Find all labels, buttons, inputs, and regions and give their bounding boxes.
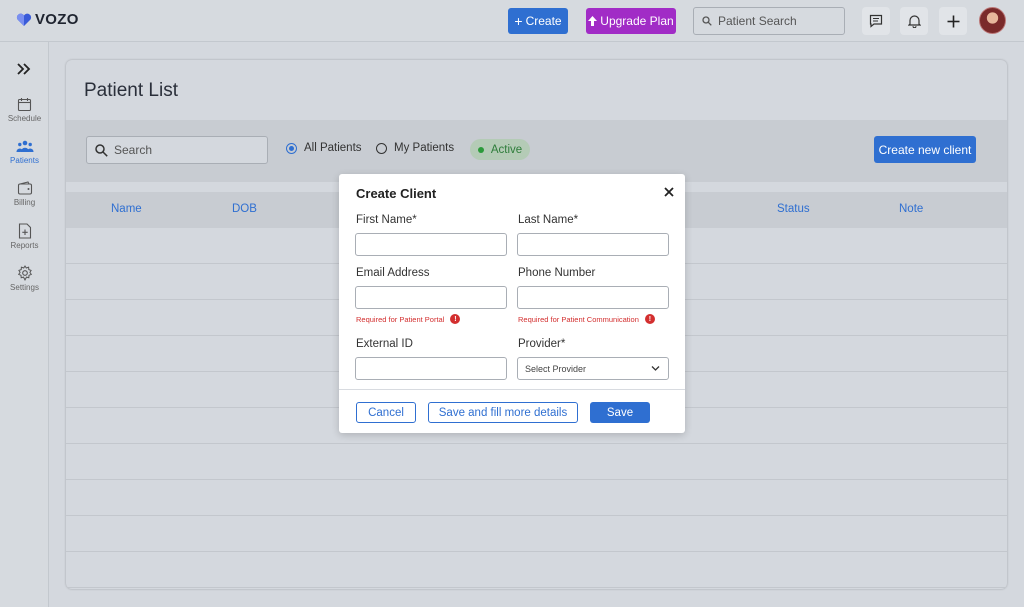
- column-header-status[interactable]: Status: [777, 203, 810, 215]
- page-title: Patient List: [84, 80, 178, 101]
- create-button-label: Create: [525, 14, 562, 28]
- patient-list-search-input[interactable]: Search: [86, 136, 268, 164]
- last-name-label: Last Name*: [518, 214, 579, 226]
- sidebar-item-billing[interactable]: Billing: [0, 181, 49, 207]
- bell-icon: [907, 15, 921, 28]
- calendar-icon: [17, 98, 32, 112]
- active-filter-label: Active: [490, 143, 523, 156]
- sidebar-item-label: Settings: [10, 283, 39, 292]
- modal-title: Create Client: [356, 186, 437, 201]
- radio-unselected-icon: [376, 142, 387, 154]
- column-header-note[interactable]: Note: [899, 203, 923, 215]
- patient-search-input[interactable]: Patient Search: [693, 7, 845, 35]
- close-icon[interactable]: [663, 186, 675, 198]
- provider-select-value: Select Provider: [525, 363, 587, 374]
- messages-button[interactable]: [862, 7, 890, 35]
- create-client-modal: Create Client First Name* Last Name* Ema…: [339, 174, 685, 433]
- add-button[interactable]: [939, 7, 967, 35]
- provider-label: Provider*: [518, 338, 566, 350]
- sidebar-item-label: Reports: [10, 241, 39, 250]
- column-header-dob[interactable]: DOB: [232, 203, 257, 215]
- double-chevron-right-icon[interactable]: [15, 62, 33, 76]
- external-id-field[interactable]: [355, 357, 507, 380]
- chevron-down-icon: [651, 366, 660, 371]
- sidebar-item-schedule[interactable]: Schedule: [0, 97, 49, 123]
- external-id-label: External ID: [356, 338, 413, 350]
- phone-hint: Required for Patient Communication !: [518, 314, 655, 324]
- first-name-field[interactable]: [355, 233, 507, 256]
- search-icon: [95, 143, 108, 157]
- sidebar-item-label: Billing: [13, 198, 36, 207]
- create-new-client-button[interactable]: Create new client: [874, 136, 976, 163]
- phone-field[interactable]: [517, 286, 669, 309]
- radio-my-patients-label: My Patients: [394, 142, 455, 154]
- create-button[interactable]: + Create: [508, 8, 568, 34]
- status-dot-icon: [477, 146, 484, 153]
- vozo-logo[interactable]: VOZO: [16, 11, 79, 28]
- heart-logo-icon: [16, 13, 32, 26]
- error-info-icon: !: [644, 314, 655, 324]
- phone-label: Phone Number: [518, 267, 596, 279]
- top-bar: VOZO + Create Upgrade Plan Patient Searc…: [0, 0, 1024, 42]
- patients-group-icon: [15, 140, 34, 152]
- radio-selected-icon: [286, 142, 297, 154]
- upgrade-plan-label: Upgrade Plan: [600, 14, 674, 28]
- notifications-button[interactable]: [900, 7, 928, 35]
- first-name-label: First Name*: [356, 214, 417, 226]
- patient-search-placeholder: Patient Search: [718, 14, 797, 28]
- table-row[interactable]: [66, 516, 1007, 552]
- sidebar-item-settings[interactable]: Settings: [0, 265, 49, 292]
- search-icon: [702, 16, 712, 26]
- last-name-field[interactable]: [517, 233, 669, 256]
- save-button[interactable]: Save: [590, 402, 650, 423]
- upgrade-plan-button[interactable]: Upgrade Plan: [586, 8, 676, 34]
- plus-icon: +: [514, 13, 523, 29]
- email-field[interactable]: [355, 286, 507, 309]
- provider-select[interactable]: Select Provider: [517, 357, 669, 380]
- chat-icon: [869, 14, 883, 28]
- save-and-fill-more-button[interactable]: Save and fill more details: [428, 402, 578, 423]
- active-status-filter[interactable]: Active: [470, 139, 530, 160]
- email-hint-text: Required for Patient Portal: [356, 314, 445, 324]
- radio-all-patients[interactable]: All Patients: [286, 142, 362, 154]
- wallet-icon: [17, 181, 32, 195]
- table-row[interactable]: [66, 444, 1007, 480]
- sidebar-item-label: Patients: [10, 156, 39, 165]
- phone-hint-text: Required for Patient Communication: [518, 314, 639, 324]
- table-row[interactable]: [66, 480, 1007, 516]
- search-placeholder: Search: [114, 143, 153, 157]
- report-file-icon: [18, 223, 31, 239]
- gear-icon: [17, 265, 32, 281]
- radio-all-patients-label: All Patients: [304, 142, 362, 154]
- cancel-button[interactable]: Cancel: [356, 402, 416, 423]
- email-label: Email Address: [356, 267, 430, 279]
- sidebar-item-label: Schedule: [7, 114, 42, 123]
- sidebar: Schedule Patients Billing Reports Settin…: [0, 42, 49, 607]
- email-hint: Required for Patient Portal !: [356, 314, 461, 324]
- table-row[interactable]: [66, 552, 1007, 588]
- sidebar-item-patients[interactable]: Patients: [0, 139, 49, 165]
- column-header-name[interactable]: Name: [111, 203, 142, 215]
- plus-icon: [947, 15, 959, 27]
- user-avatar[interactable]: [979, 7, 1006, 34]
- modal-divider: [339, 389, 685, 390]
- radio-my-patients[interactable]: My Patients: [376, 142, 454, 154]
- error-info-icon: !: [450, 314, 461, 324]
- arrow-up-icon: [588, 16, 598, 26]
- brand-name: VOZO: [35, 11, 79, 28]
- sidebar-item-reports[interactable]: Reports: [0, 223, 49, 250]
- filter-bar: Search All Patients My Patients Active C…: [66, 120, 1007, 182]
